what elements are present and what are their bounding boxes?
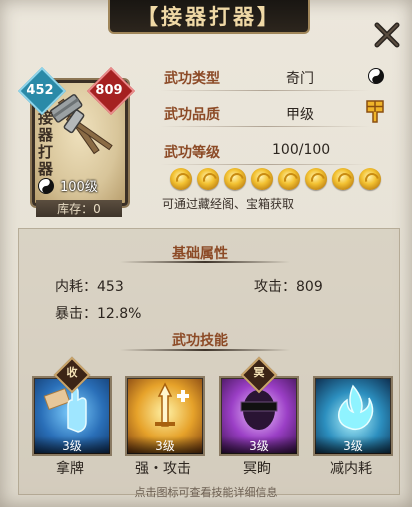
star-coin-icon (305, 168, 327, 190)
level-label: 武功等级 (164, 145, 220, 161)
acquire-hint: 可通过藏经阁、宝箱获取 (162, 197, 295, 211)
type-value: 奇门 (286, 71, 314, 87)
skill-level: 3级 (221, 436, 297, 454)
skill-name-minghou: 冥眗 (243, 461, 271, 477)
skill-icon-jianneihao[interactable]: 3级 (313, 376, 393, 456)
yinyang-icon (368, 68, 384, 84)
skill-level: 3级 (127, 436, 203, 454)
yinyang-icon (38, 178, 54, 194)
type-label: 武功类型 (164, 71, 220, 87)
star-coin-icon (170, 168, 192, 190)
divider (160, 126, 370, 127)
title-bar: 【接器打器】 (108, 0, 310, 34)
stock-count: 库存：0 (36, 200, 122, 217)
card-stat-right: 809 (95, 83, 123, 98)
skill-name-jianneihao: 减内耗 (330, 461, 372, 477)
neihao-stat: 内耗：453 (55, 279, 124, 295)
star-coin-icon (278, 168, 300, 190)
close-icon[interactable] (370, 18, 404, 52)
basic-attr-title: 基础属性 (172, 246, 228, 262)
grade-jia-icon (366, 100, 384, 123)
quality-label: 武功品质 (164, 107, 220, 123)
blue-flame-icon (337, 384, 374, 431)
star-coin-icon (224, 168, 246, 190)
quality-value: 甲级 (286, 107, 314, 123)
skill-level: 3级 (34, 436, 110, 454)
card-stat-left: 452 (26, 83, 54, 98)
skill-level: 3级 (315, 436, 391, 454)
card-level: 100级 (60, 180, 98, 195)
star-coin-icon (251, 168, 273, 190)
star-coin-icon (197, 168, 219, 190)
divider (160, 90, 370, 91)
skill-name-qianggongji: 强・攻击 (135, 461, 191, 477)
baoji-stat: 暴击：12.8% (55, 306, 142, 322)
skill-tag-label: 收 (66, 366, 78, 379)
level-value: 100/100 (272, 142, 331, 158)
sword-up-icon (155, 382, 189, 427)
skill-icon-qianggongji[interactable]: 3级 (125, 376, 205, 456)
card-name: 接器打器 (38, 109, 54, 178)
gongji-stat: 攻击：809 (254, 279, 323, 295)
star-coin-icon (332, 168, 354, 190)
skill-tag-label: 冥 (253, 366, 265, 379)
star-coin-icon (359, 168, 381, 190)
divider (160, 164, 370, 165)
skills-title: 武功技能 (172, 333, 228, 349)
skill-name-napai: 拿牌 (56, 461, 84, 477)
footer-hint: 点击图标可查看技能详细信息 (134, 486, 278, 499)
window-title: 【接器打器】 (137, 4, 281, 29)
star-row (170, 168, 381, 190)
